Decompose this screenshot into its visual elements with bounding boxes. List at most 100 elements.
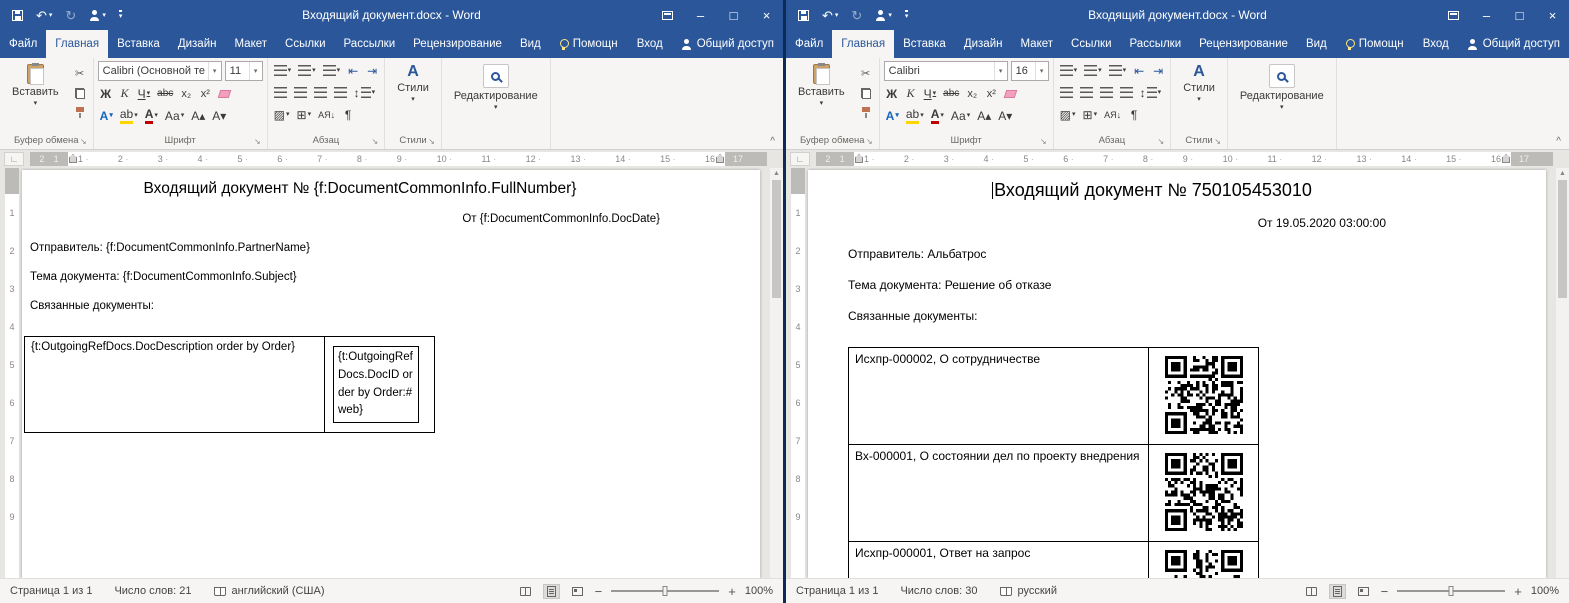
tab-insert[interactable]: Вставка [108, 30, 169, 58]
italic-button[interactable]: К [117, 84, 133, 103]
share-button[interactable]: Общий доступ [672, 30, 783, 58]
highlight-button[interactable]: ab▾ [904, 106, 926, 125]
indent-marker-left[interactable] [855, 154, 863, 163]
change-case-button[interactable]: Аа▾ [949, 106, 972, 125]
line-spacing-button[interactable]: ↕▾ [352, 83, 378, 102]
vertical-scrollbar[interactable]: ▲ [1556, 168, 1569, 578]
underline-button[interactable]: Ч▾ [922, 84, 939, 103]
dialog-launcher-icon[interactable]: ↘ [1040, 137, 1047, 146]
dialog-launcher-icon[interactable]: ↘ [371, 137, 378, 146]
change-case-button[interactable]: Аа▾ [163, 106, 186, 125]
copy-button[interactable] [71, 85, 89, 101]
subscript-button[interactable]: x₂ [964, 84, 980, 103]
doc-description-cell[interactable]: Исхпр-000002, О сотрудничестве [849, 348, 1149, 445]
close-button[interactable]: × [1536, 0, 1569, 30]
dialog-launcher-icon[interactable]: ↘ [254, 137, 261, 146]
tab-design[interactable]: Дизайн [955, 30, 1012, 58]
tab-references[interactable]: Ссылки [276, 30, 335, 58]
document-page[interactable]: Входящий документ № {f:DocumentCommonInf… [22, 170, 760, 578]
zoom-slider[interactable] [1397, 590, 1505, 592]
zoom-percentage[interactable]: 100% [1531, 585, 1559, 597]
zoom-in-button[interactable]: + [1514, 584, 1522, 599]
align-right-button[interactable] [312, 83, 329, 102]
collapse-ribbon-button[interactable]: ^ [1556, 136, 1561, 147]
highlight-button[interactable]: ab▾ [118, 106, 140, 125]
increase-indent-button[interactable]: ⇥ [364, 61, 380, 80]
align-left-button[interactable] [272, 83, 289, 102]
touch-mode-button[interactable]: ▾ [89, 10, 106, 21]
share-button[interactable]: Общий доступ [1458, 30, 1569, 58]
tab-view[interactable]: Вид [1297, 30, 1336, 58]
superscript-button[interactable]: x² [197, 84, 213, 103]
tab-file[interactable]: Файл [0, 30, 46, 58]
dialog-launcher-icon[interactable]: ↘ [1214, 137, 1221, 146]
format-painter-button[interactable] [857, 105, 875, 121]
multilevel-list-button[interactable]: ▾ [321, 61, 343, 80]
tab-mailings[interactable]: Рассылки [335, 30, 405, 58]
dialog-launcher-icon[interactable]: ↘ [428, 137, 435, 146]
horizontal-ruler[interactable]: ∟ 21 12345678910111213141516 17 [0, 150, 783, 168]
tab-tell-me[interactable]: Помощн [550, 30, 627, 58]
font-color-button[interactable]: А▾ [929, 106, 946, 125]
editing-button[interactable]: Редактирование ▾ [446, 61, 546, 149]
show-paragraph-marks-button[interactable]: ¶ [1126, 105, 1142, 124]
sort-button[interactable]: АЯ↓ [316, 105, 337, 124]
minimize-button[interactable]: – [1470, 0, 1503, 30]
text-effects-button[interactable]: А▾ [98, 106, 115, 125]
read-mode-button[interactable] [1303, 584, 1320, 599]
dialog-launcher-icon[interactable]: ↘ [1157, 137, 1164, 146]
vertical-ruler[interactable]: 123456789 [4, 168, 20, 578]
font-size-combobox[interactable]: 11▾ [225, 61, 263, 81]
minimize-button[interactable]: – [684, 0, 717, 30]
web-layout-button[interactable] [569, 584, 586, 599]
tab-layout[interactable]: Макет [1011, 30, 1062, 58]
ribbon-display-options-button[interactable] [651, 0, 684, 30]
scrollbar-thumb[interactable] [772, 180, 781, 298]
undo-button[interactable]: ↶▾ [36, 9, 52, 22]
zoom-out-button[interactable]: − [595, 584, 603, 599]
scroll-up-icon[interactable]: ▲ [773, 170, 780, 177]
bold-button[interactable]: Ж [98, 84, 114, 103]
docid-field-cell[interactable]: {t:OutgoingRefDocs.DocID order by Order:… [325, 337, 435, 433]
font-color-button[interactable]: А▾ [143, 106, 160, 125]
ribbon-display-options-button[interactable] [1437, 0, 1470, 30]
decrease-indent-button[interactable]: ⇤ [1131, 61, 1147, 80]
shading-button[interactable]: ▨▾ [1058, 105, 1078, 124]
indent-marker-right[interactable] [1502, 154, 1510, 163]
align-left-button[interactable] [1058, 83, 1075, 102]
page-number-status[interactable]: Страница 1 из 1 [796, 585, 878, 597]
customize-qat-button[interactable]: ▾ [905, 10, 909, 20]
strikethrough-button[interactable]: abc [155, 84, 175, 103]
cut-button[interactable]: ✂ [857, 65, 875, 81]
tab-home[interactable]: Главная [46, 30, 108, 58]
text-effects-button[interactable]: А▾ [884, 106, 901, 125]
line-spacing-button[interactable]: ↕▾ [1138, 83, 1164, 102]
underline-button[interactable]: Ч▾ [136, 84, 153, 103]
page-number-status[interactable]: Страница 1 из 1 [10, 585, 92, 597]
zoom-slider[interactable] [611, 590, 719, 592]
read-mode-button[interactable] [517, 584, 534, 599]
tab-stop-selector[interactable]: ∟ [4, 152, 24, 166]
dialog-launcher-icon[interactable]: ↘ [80, 137, 87, 146]
tab-home[interactable]: Главная [832, 30, 894, 58]
scroll-up-icon[interactable]: ▲ [1559, 170, 1566, 177]
multilevel-list-button[interactable]: ▾ [1107, 61, 1129, 80]
shading-button[interactable]: ▨▾ [272, 105, 292, 124]
styles-button[interactable]: А Стили ▾ [389, 61, 437, 132]
zoom-out-button[interactable]: − [1381, 584, 1389, 599]
grow-font-button[interactable]: А▴ [975, 106, 993, 125]
sign-in-button[interactable]: Вход [628, 30, 672, 58]
tab-insert[interactable]: Вставка [894, 30, 955, 58]
align-center-button[interactable] [292, 83, 309, 102]
justify-button[interactable] [332, 83, 349, 102]
tab-stop-selector[interactable]: ∟ [790, 152, 810, 166]
vertical-ruler[interactable]: 123456789 [790, 168, 806, 578]
italic-button[interactable]: К [903, 84, 919, 103]
language-status[interactable]: русский [1000, 585, 1057, 597]
borders-button[interactable]: ⊞▾ [295, 105, 314, 124]
show-paragraph-marks-button[interactable]: ¶ [340, 105, 356, 124]
horizontal-ruler[interactable]: ∟ 21 12345678910111213141516 17 [786, 150, 1569, 168]
word-count-status[interactable]: Число слов: 30 [900, 585, 977, 597]
tab-mailings[interactable]: Рассылки [1121, 30, 1191, 58]
sign-in-button[interactable]: Вход [1414, 30, 1458, 58]
